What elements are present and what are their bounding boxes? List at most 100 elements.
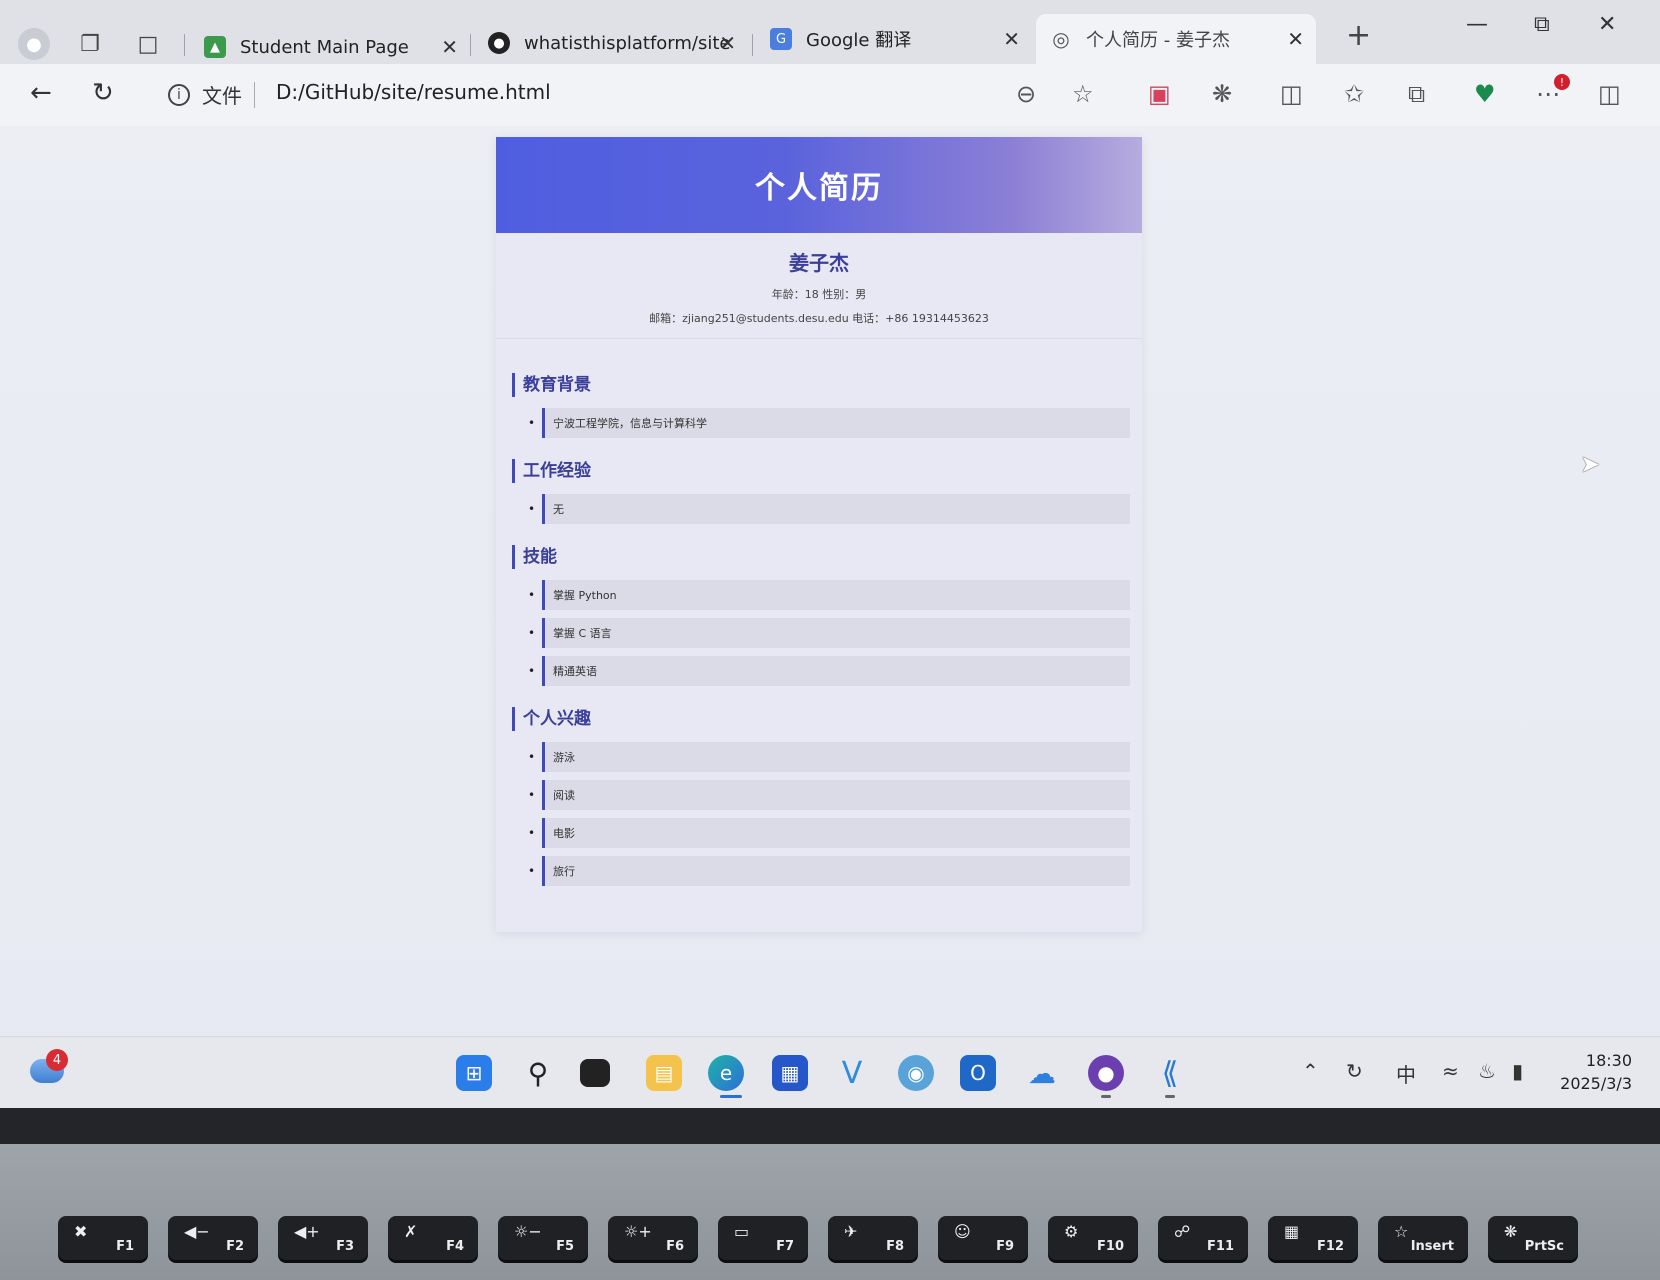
address-input[interactable]: D:/GitHub/site/resume.html — [276, 80, 551, 104]
chevron-up-icon[interactable]: ⌃ — [1302, 1059, 1319, 1083]
brightness-up-icon: ☼+ — [624, 1222, 652, 1241]
address-scheme-label: 文件 — [202, 84, 242, 108]
key-f12: ▦ F12 — [1268, 1216, 1358, 1260]
clock-time: 18:30 — [1585, 1051, 1632, 1070]
workspaces-icon[interactable]: ❐ — [76, 30, 104, 58]
vpn-app-icon[interactable]: V — [834, 1055, 870, 1091]
battery-icon[interactable]: ▮ — [1512, 1059, 1523, 1083]
system-clock[interactable]: 18:30 2025/3/3 — [1556, 1049, 1632, 1095]
sync-icon[interactable]: ↻ — [1346, 1059, 1363, 1083]
restore-icon[interactable]: ⧉ — [1534, 12, 1550, 37]
key-f5: ☼− F5 — [498, 1216, 588, 1260]
tab-resume[interactable]: ◎ 个人简历 - 姜子杰 ✕ — [1036, 14, 1316, 64]
refresh-icon[interactable]: ↻ — [92, 78, 114, 108]
list-item: • 掌握 C 语言 — [528, 617, 1130, 649]
tab-student-main-page[interactable]: ▲ Student Main Page ✕ — [190, 26, 470, 68]
minimize-icon[interactable]: — — [1466, 12, 1488, 37]
mic-mute-icon: ✗ — [404, 1222, 418, 1241]
bullet-icon: • — [528, 626, 536, 640]
tab-label: Student Main Page — [240, 36, 409, 58]
new-tab-icon[interactable]: + — [1346, 18, 1371, 53]
zoom-out-icon[interactable]: ⊖ — [1016, 80, 1036, 108]
github-icon: ● — [488, 32, 510, 54]
key-f3: ◀+ F3 — [278, 1216, 368, 1260]
resume-card: 个人简历 姜子杰 年龄：18 性别：男 邮箱：zjiang251@student… — [496, 137, 1142, 932]
close-icon[interactable]: ✕ — [441, 35, 458, 59]
running-indicator — [1165, 1095, 1175, 1098]
outlook-icon[interactable]: O — [960, 1055, 996, 1091]
assistant-icon: ☺ — [954, 1222, 971, 1241]
list-item-text: 旅行 — [542, 856, 1130, 886]
weather-badge: 4 — [46, 1049, 68, 1071]
section-work-experience: 工作经验 • 无 — [512, 459, 1130, 525]
resume-header: 个人简历 — [496, 137, 1142, 233]
translate-icon[interactable]: ▣ — [1148, 80, 1171, 108]
section-title: 教育背景 — [512, 373, 1130, 397]
list-item-text: 游泳 — [542, 742, 1130, 772]
ime-indicator[interactable]: 中 — [1396, 1059, 1416, 1088]
key-f9: ☺ F9 — [938, 1216, 1028, 1260]
onedrive-icon[interactable]: ☁ — [1024, 1055, 1060, 1091]
speaker-muted-icon[interactable]: ♨ — [1478, 1059, 1496, 1083]
file-explorer-icon[interactable]: ▤ — [646, 1055, 682, 1091]
close-icon[interactable]: ✕ — [1003, 27, 1020, 51]
favorites-icon[interactable]: ✩ — [1344, 80, 1364, 108]
tab-separator — [752, 34, 753, 56]
back-icon[interactable]: ← — [30, 78, 52, 108]
info-icon[interactable]: i — [168, 84, 190, 106]
key-prtsc: ❋ PrtSc — [1488, 1216, 1578, 1260]
running-indicator — [1101, 1095, 1111, 1098]
list-item: • 无 — [528, 493, 1130, 525]
personal-info: 姜子杰 年龄：18 性别：男 邮箱：zjiang251@students.des… — [496, 233, 1142, 339]
google-translate-icon: G — [770, 28, 792, 50]
github-desktop-icon[interactable]: ● — [1088, 1055, 1124, 1091]
key-insert: ☆ Insert — [1378, 1216, 1468, 1260]
list-item-text: 掌握 Python — [542, 580, 1130, 610]
bullet-icon: • — [528, 502, 536, 516]
split-screen-icon[interactable]: ◫ — [1280, 80, 1303, 108]
active-app-indicator — [720, 1095, 742, 1098]
vertical-tabs-icon[interactable]: □ — [134, 30, 162, 58]
microsoft-store-icon[interactable]: ▦ — [772, 1055, 808, 1091]
collections-icon[interactable]: ⧉ — [1408, 80, 1425, 108]
sidebar-icon[interactable]: ◫ — [1598, 80, 1621, 108]
tab-google-translate[interactable]: G Google 翻译 ✕ — [756, 18, 1032, 60]
mute-icon: ✖ — [74, 1222, 88, 1241]
search-icon[interactable]: ⚲ — [520, 1055, 556, 1091]
start-icon[interactable]: ⊞ — [456, 1055, 492, 1091]
tab-github[interactable]: ● whatisthisplatform/site ✕ — [474, 22, 748, 64]
key-f10: ⚙ F10 — [1048, 1216, 1138, 1260]
close-icon[interactable]: ✕ — [719, 31, 736, 55]
task-view-icon[interactable] — [580, 1059, 610, 1087]
screen-app-icon[interactable]: ◉ — [898, 1055, 934, 1091]
person-name: 姜子杰 — [789, 251, 849, 275]
screenshot-icon: ❋ — [1504, 1222, 1518, 1241]
tab-separator — [184, 34, 185, 56]
window-close-icon[interactable]: ✕ — [1598, 12, 1616, 37]
notification-dot: ! — [1554, 74, 1570, 90]
browser-essentials-icon[interactable]: ♥ — [1474, 80, 1496, 108]
profile-icon[interactable]: ● — [18, 28, 50, 60]
extensions-icon[interactable]: ❋ — [1212, 80, 1232, 108]
list-item: • 精通英语 — [528, 655, 1130, 687]
bullet-icon: • — [528, 588, 536, 602]
address-separator — [254, 82, 255, 108]
vscode-icon[interactable]: ⟪ — [1152, 1055, 1188, 1091]
airplane-mode-icon: ✈ — [844, 1222, 858, 1241]
list-item-text: 掌握 C 语言 — [542, 618, 1130, 648]
list-item: • 掌握 Python — [528, 579, 1130, 611]
wifi-icon[interactable]: ≈ — [1442, 1059, 1459, 1083]
bullet-icon: • — [528, 750, 536, 764]
basic-info-line: 年龄：18 性别：男 — [771, 288, 867, 301]
globe-icon: ◎ — [1052, 27, 1070, 51]
key-f4: ✗ F4 — [388, 1216, 478, 1260]
section-title: 技能 — [512, 545, 1130, 569]
bullet-icon: • — [528, 664, 536, 678]
resume-title: 个人简历 — [755, 171, 883, 206]
bullet-icon: • — [528, 864, 536, 878]
favorite-star-icon[interactable]: ☆ — [1072, 80, 1094, 108]
close-icon[interactable]: ✕ — [1287, 27, 1304, 51]
list-item: • 阅读 — [528, 779, 1130, 811]
edge-icon[interactable]: e — [708, 1055, 744, 1091]
list-item: • 宁波工程学院，信息与计算科学 — [528, 407, 1130, 439]
